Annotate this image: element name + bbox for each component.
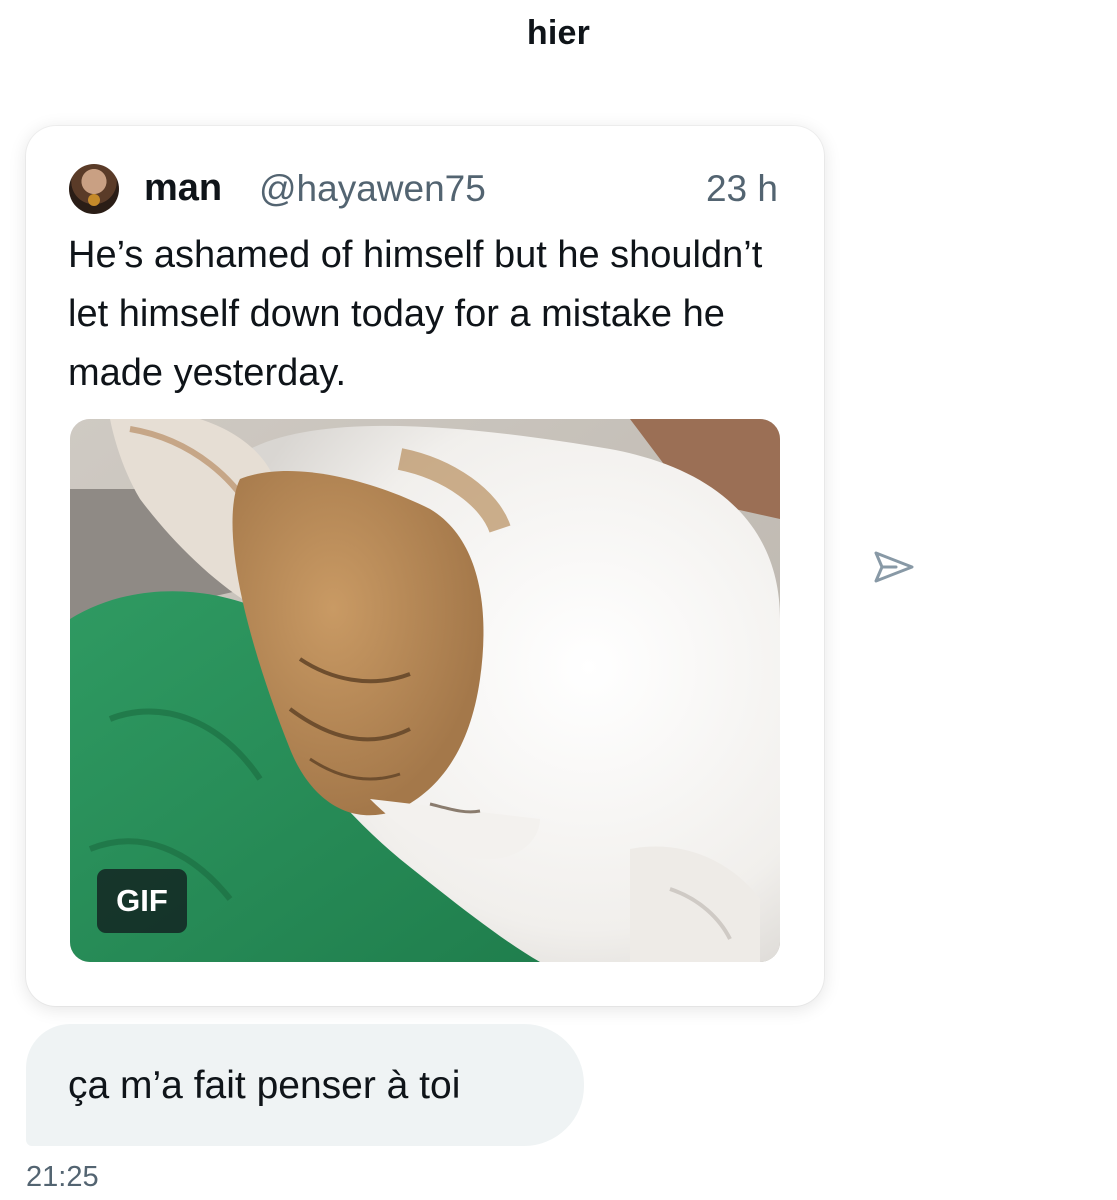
- author-avatar[interactable]: [69, 164, 119, 214]
- post-gif-media[interactable]: GIF: [70, 419, 780, 962]
- post-timestamp: 23 h: [705, 168, 778, 209]
- message-timestamp: 21:25: [26, 1161, 99, 1193]
- message-text: ça m’a fait penser à toi: [68, 1064, 461, 1107]
- author-name[interactable]: man: [144, 167, 222, 210]
- post-text: He’s ashamed of himself but he shouldn’t…: [68, 234, 763, 394]
- share-arrow-icon[interactable]: [870, 543, 918, 591]
- day-separator: hier: [526, 14, 591, 52]
- author-handle[interactable]: @hayawen75: [259, 168, 486, 210]
- shared-post-card[interactable]: man @hayawen75 23 h He’s ashamed of hims…: [26, 126, 824, 1006]
- message-bubble[interactable]: ça m’a fait penser à toi: [26, 1024, 584, 1146]
- gif-badge: GIF: [97, 869, 187, 933]
